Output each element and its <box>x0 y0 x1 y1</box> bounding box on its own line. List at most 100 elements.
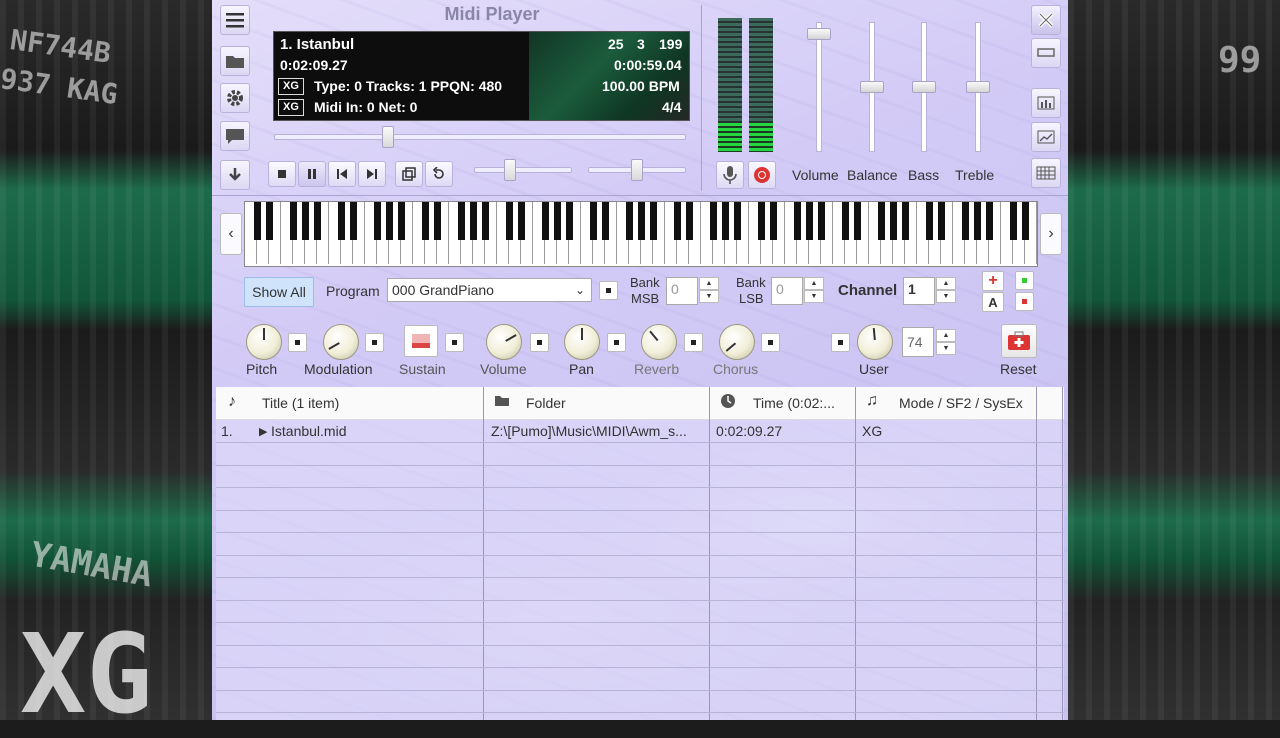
piano-black-key[interactable] <box>350 202 357 240</box>
close-button[interactable] <box>1031 5 1061 35</box>
sustain-reset-button[interactable] <box>445 333 464 352</box>
reverb-knob[interactable] <box>641 324 677 360</box>
piano-black-key[interactable] <box>374 202 381 240</box>
piano-black-key[interactable] <box>722 202 729 240</box>
piano-black-key[interactable] <box>878 202 885 240</box>
piano-black-key[interactable] <box>458 202 465 240</box>
piano-black-key[interactable] <box>542 202 549 240</box>
piano-black-key[interactable] <box>266 202 273 240</box>
piano-black-key[interactable] <box>674 202 681 240</box>
open-folder-button[interactable] <box>220 46 250 76</box>
treble-slider-thumb[interactable] <box>966 81 990 93</box>
volume-reset-button[interactable] <box>530 333 549 352</box>
piano-black-key[interactable] <box>686 202 693 240</box>
program-select[interactable]: 000 GrandPiano ⌄ <box>387 278 592 302</box>
user-reset-button[interactable] <box>831 333 850 352</box>
piano-black-key[interactable] <box>734 202 741 240</box>
piano-black-key[interactable] <box>1022 202 1029 240</box>
piano-black-key[interactable] <box>590 202 597 240</box>
bass-slider-thumb[interactable] <box>912 81 936 93</box>
piano-black-key[interactable] <box>710 202 717 240</box>
piano-black-key[interactable] <box>1010 202 1017 240</box>
piano-black-key[interactable] <box>602 202 609 240</box>
piano-black-key[interactable] <box>842 202 849 240</box>
next-button[interactable] <box>358 161 386 187</box>
piano-black-key[interactable] <box>254 202 261 240</box>
piano-scroll-right-button[interactable]: › <box>1040 213 1062 255</box>
pause-button[interactable] <box>298 161 326 187</box>
piano-black-key[interactable] <box>806 202 813 240</box>
piano-black-key[interactable] <box>302 202 309 240</box>
user-value-field[interactable]: 74 <box>902 327 934 357</box>
piano-black-key[interactable] <box>386 202 393 240</box>
piano-black-key[interactable] <box>758 202 765 240</box>
piano-scroll-left-button[interactable]: ‹ <box>220 213 242 255</box>
window-mode-button[interactable] <box>395 161 423 187</box>
modulation-knob[interactable] <box>323 324 359 360</box>
piano-black-key[interactable] <box>986 202 993 240</box>
channel-field[interactable]: 1 <box>903 277 935 305</box>
position-slider-thumb[interactable] <box>382 126 394 148</box>
equalizer-button[interactable] <box>1031 88 1061 118</box>
pan-reset-button[interactable] <box>607 333 626 352</box>
piano-black-key[interactable] <box>770 202 777 240</box>
piano-black-key[interactable] <box>398 202 405 240</box>
bank-msb-field[interactable]: 0 <box>666 277 698 305</box>
piano-black-key[interactable] <box>818 202 825 240</box>
piano-black-key[interactable] <box>434 202 441 240</box>
chorus-reset-button[interactable] <box>761 333 780 352</box>
all-channels-button[interactable]: A <box>982 292 1004 312</box>
piano-black-key[interactable] <box>794 202 801 240</box>
piano-black-key[interactable] <box>650 202 657 240</box>
piano-black-key[interactable] <box>938 202 945 240</box>
pan-knob[interactable] <box>564 324 600 360</box>
piano-black-key[interactable] <box>626 202 633 240</box>
stop-button[interactable] <box>268 161 296 187</box>
piano-black-key[interactable] <box>506 202 513 240</box>
piano-black-key[interactable] <box>890 202 897 240</box>
record-button[interactable] <box>748 161 776 189</box>
piano-black-key[interactable] <box>314 202 321 240</box>
pitch-slider-thumb[interactable] <box>631 159 643 181</box>
settings-button[interactable] <box>220 83 250 113</box>
repeat-button[interactable] <box>425 161 453 187</box>
piano-black-key[interactable] <box>554 202 561 240</box>
channel-stepper[interactable]: ▲ ▼ <box>936 277 956 303</box>
folder-column-header[interactable]: Folder <box>526 395 566 411</box>
piano-black-key[interactable] <box>638 202 645 240</box>
reset-button[interactable] <box>1001 324 1037 358</box>
mode-column-header[interactable]: Mode / SF2 / SysEx <box>899 395 1023 411</box>
chorus-knob[interactable] <box>719 324 755 360</box>
piano-black-key[interactable] <box>470 202 477 240</box>
previous-button[interactable] <box>328 161 356 187</box>
program-apply-button[interactable] <box>599 281 618 300</box>
piano-black-key[interactable] <box>290 202 297 240</box>
piano-black-key[interactable] <box>962 202 969 240</box>
tempo-slider[interactable] <box>474 167 572 173</box>
bank-lsb-stepper[interactable]: ▲ ▼ <box>804 277 824 303</box>
volume-slider-thumb[interactable] <box>807 27 831 40</box>
position-slider[interactable] <box>274 134 686 140</box>
chat-button[interactable] <box>220 121 250 151</box>
add-channel-button[interactable]: + <box>982 271 1004 291</box>
modulation-reset-button[interactable] <box>365 333 384 352</box>
tempo-slider-thumb[interactable] <box>504 159 517 181</box>
bank-msb-stepper[interactable]: ▲ ▼ <box>699 277 719 303</box>
sustain-toggle[interactable] <box>404 325 438 357</box>
minimize-button[interactable] <box>1031 38 1061 68</box>
reverb-reset-button[interactable] <box>684 333 703 352</box>
volume-slider[interactable] <box>816 22 822 152</box>
user-value-stepper[interactable]: ▲ ▼ <box>936 329 956 355</box>
menu-button[interactable] <box>220 5 250 35</box>
piano-keyboard[interactable] <box>244 201 1038 267</box>
volume-knob[interactable] <box>486 324 522 360</box>
pitch-reset-button[interactable] <box>288 333 307 352</box>
title-column-header[interactable]: Title (1 item) <box>262 395 339 411</box>
time-column-header[interactable]: Time (0:02:... <box>753 395 835 411</box>
microphone-button[interactable] <box>716 161 744 189</box>
piano-black-key[interactable] <box>482 202 489 240</box>
download-button[interactable] <box>220 160 250 190</box>
piano-black-key[interactable] <box>854 202 861 240</box>
bank-lsb-field[interactable]: 0 <box>771 277 803 305</box>
pitch-knob[interactable] <box>246 324 282 360</box>
